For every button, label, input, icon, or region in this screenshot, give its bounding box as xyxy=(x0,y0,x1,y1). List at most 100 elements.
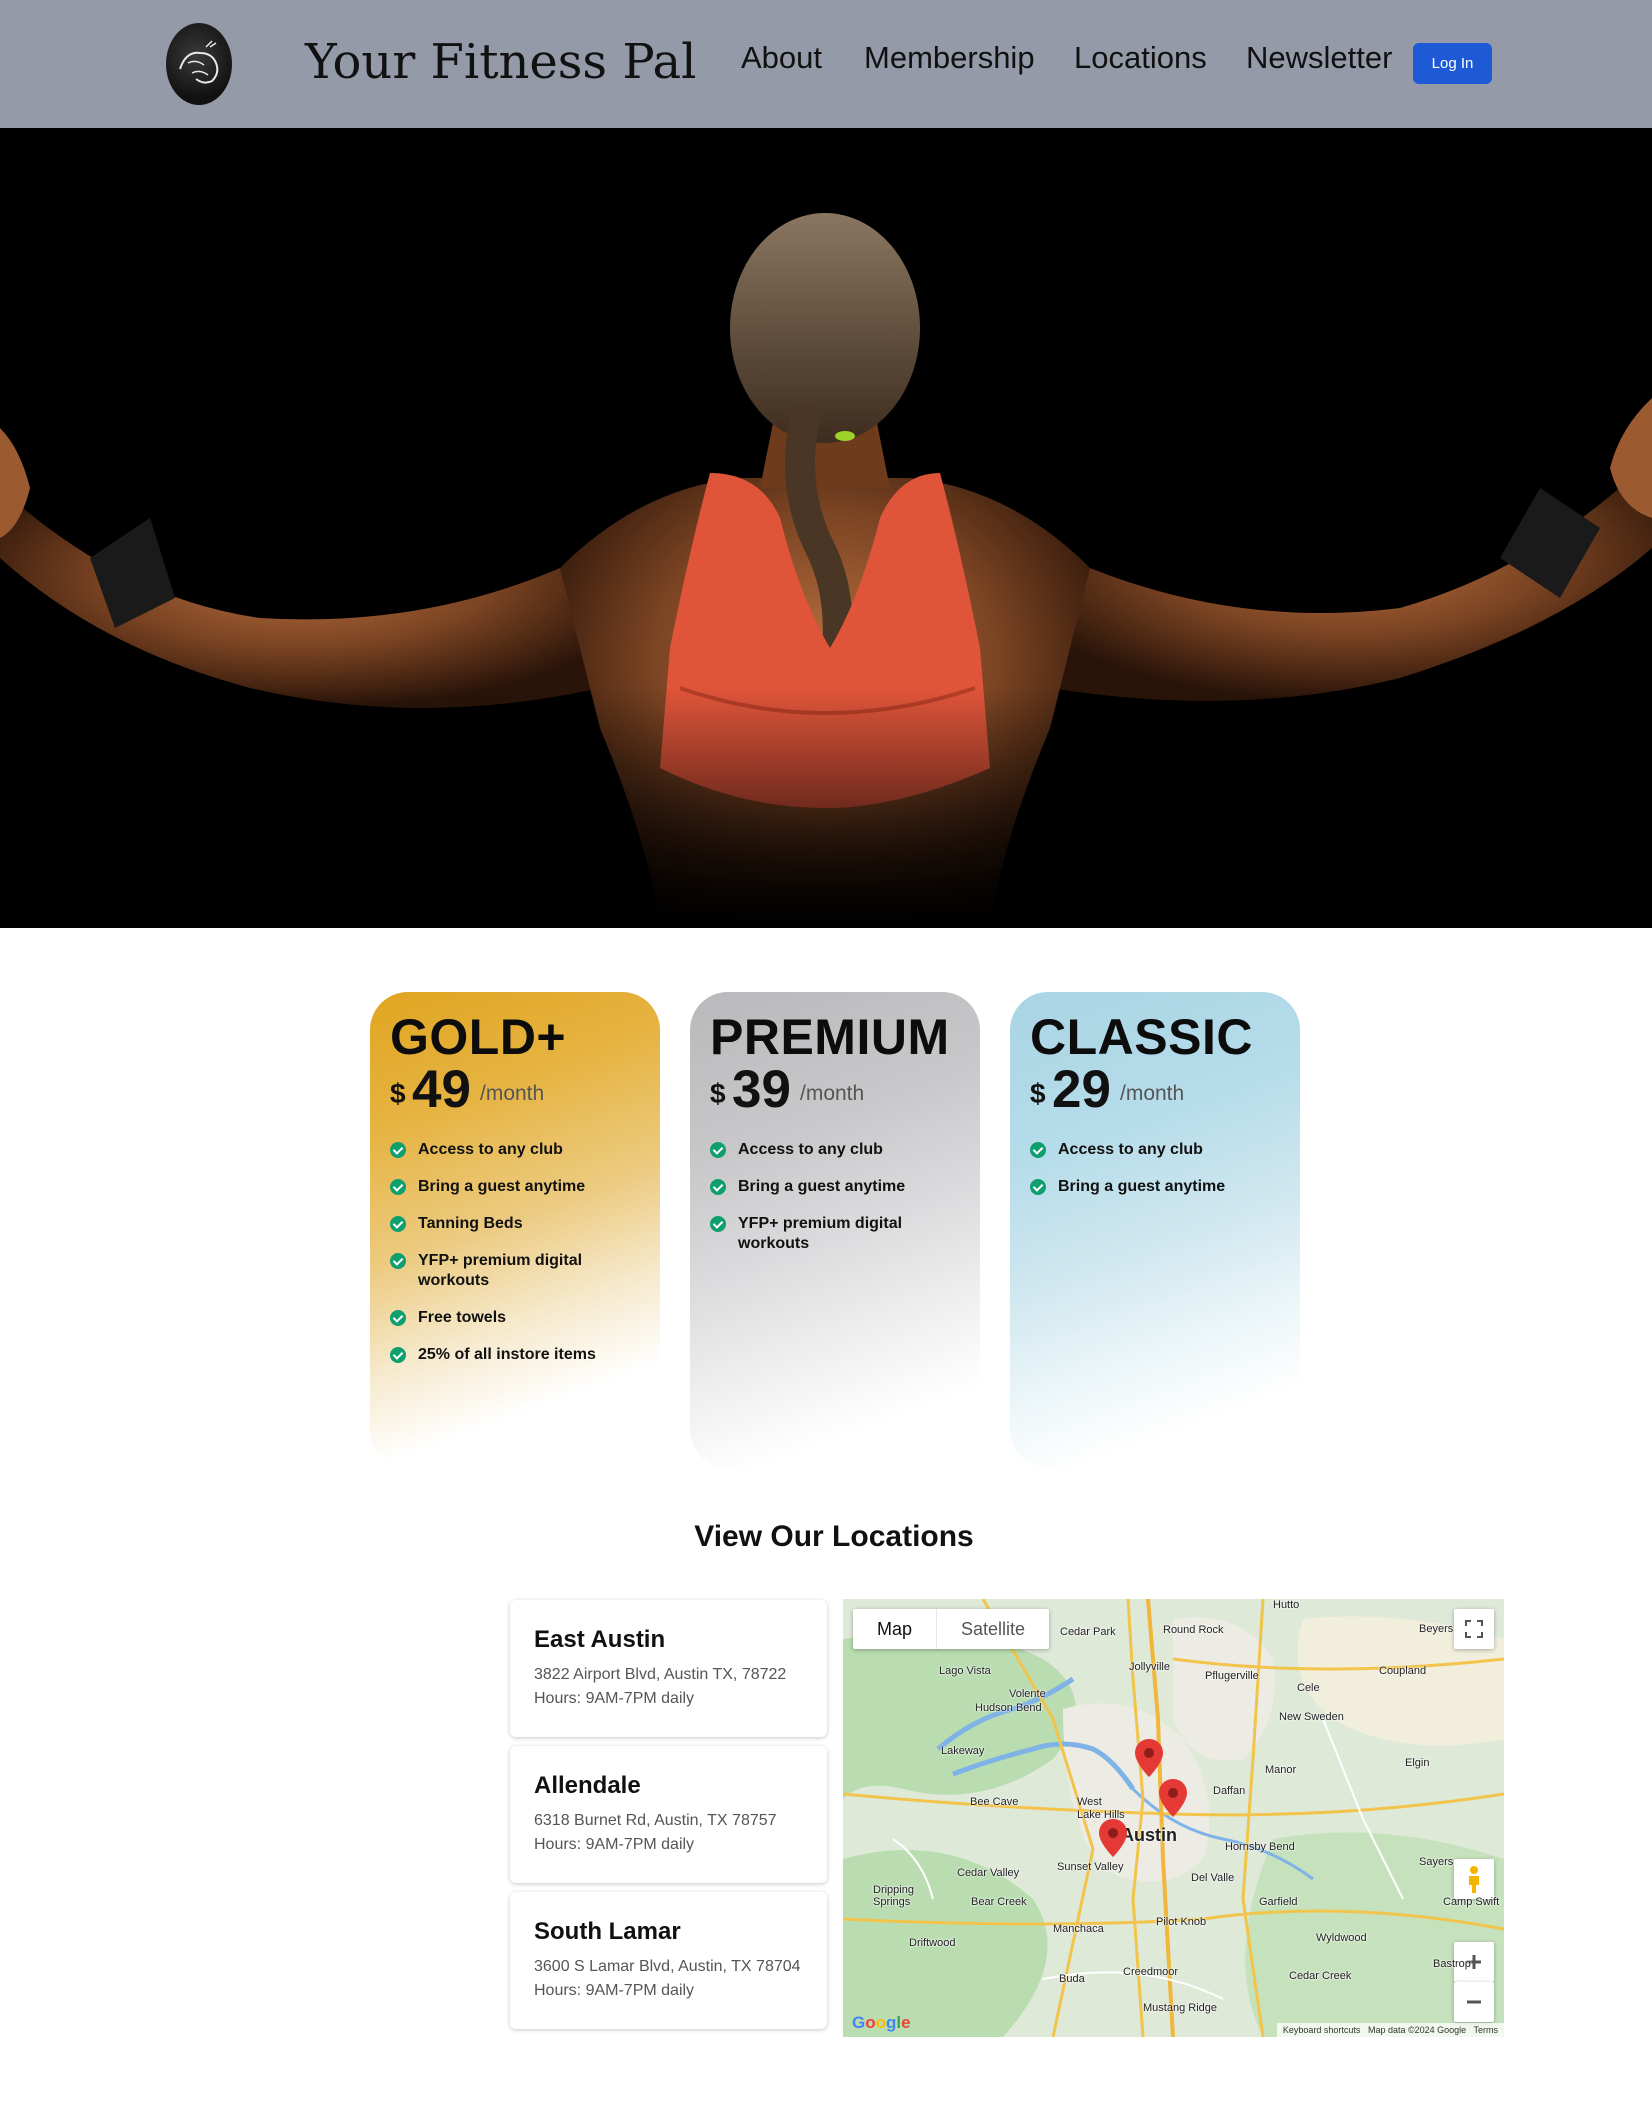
map-place-label: Dripping Springs xyxy=(873,1884,914,1908)
plan-feature-label: Access to any club xyxy=(738,1141,883,1158)
plan-feature: 25% of all instore items xyxy=(390,1345,640,1365)
map-place-label: Sayers xyxy=(1419,1856,1454,1868)
plan-feature: Bring a guest anytime xyxy=(710,1177,960,1197)
plan-feature: Access to any club xyxy=(710,1140,960,1160)
map-place-label: Wyldwood xyxy=(1316,1932,1367,1944)
plan-feature-label: Access to any club xyxy=(1058,1141,1203,1158)
map-place-label: Bear Creek xyxy=(971,1896,1027,1908)
map-place-label: Buda xyxy=(1059,1973,1085,1985)
nav-about[interactable]: About xyxy=(741,40,822,76)
check-icon xyxy=(390,1253,406,1269)
logo-icon[interactable] xyxy=(166,23,232,105)
map-place-label: Jollyville xyxy=(1129,1661,1170,1673)
map-place-label: Cedar Valley xyxy=(957,1867,1020,1879)
site-header: Your Fitness Pal About Membership Locati… xyxy=(0,0,1652,128)
map-place-label: Cedar Park xyxy=(1060,1626,1116,1638)
map-place-label: Pilot Knob xyxy=(1156,1916,1207,1928)
map-place-label: Garfield xyxy=(1259,1896,1298,1908)
map-place-label: Cedar Creek xyxy=(1289,1970,1352,1982)
map-place-label: Daffan xyxy=(1213,1785,1246,1797)
map-type-map-button[interactable]: Map xyxy=(853,1609,936,1649)
locations-map[interactable]: Map Satellite Hutto Cedar Park Round Roc… xyxy=(843,1599,1504,2037)
map-place-label: Beyers xyxy=(1419,1623,1454,1635)
map-place-label: Volente xyxy=(1009,1688,1046,1700)
check-icon xyxy=(390,1179,406,1195)
check-icon xyxy=(390,1216,406,1232)
location-name: Allendale xyxy=(534,1772,641,1799)
plan-feature-label: Tanning Beds xyxy=(418,1215,523,1232)
check-icon xyxy=(710,1142,726,1158)
map-attribution: Keyboard shortcuts Map data ©2024 Google… xyxy=(1276,2023,1504,2037)
plan-features: Access to any club Bring a guest anytime… xyxy=(390,1140,640,1382)
locations-title: View Our Locations xyxy=(694,1520,974,1553)
plan-period: /month xyxy=(480,1082,545,1105)
plan-price: 29 xyxy=(1052,1060,1111,1119)
map-place-label: Hutto xyxy=(1273,1599,1300,1611)
plan-tier: PREMIUM xyxy=(710,1009,950,1065)
location-card-south-lamar[interactable]: South Lamar 3600 S Lamar Blvd, Austin, T… xyxy=(510,1892,827,2029)
plan-price: 39 xyxy=(732,1060,791,1119)
plan-tier: GOLD+ xyxy=(390,1009,567,1065)
plan-feature: Access to any club xyxy=(390,1140,640,1160)
plan-currency: $ xyxy=(1030,1078,1046,1109)
map-place-label: Cele xyxy=(1297,1682,1320,1694)
location-hours: Hours: 9AM-7PM daily xyxy=(534,1836,695,1853)
map-place-label: Manchaca xyxy=(1053,1923,1104,1935)
map-pin-south-lamar[interactable] xyxy=(1099,1819,1127,1857)
map-pin-east-austin[interactable] xyxy=(1159,1779,1187,1817)
check-icon xyxy=(390,1347,406,1363)
map-place-label: Creedmoor xyxy=(1123,1966,1179,1978)
map-type-satellite-button[interactable]: Satellite xyxy=(936,1609,1049,1649)
plan-card-gold[interactable]: GOLD+ $ 49 /month Access to any club Bri… xyxy=(370,992,660,1468)
map-place-label: New Sweden xyxy=(1279,1711,1344,1723)
brand-title[interactable]: Your Fitness Pal xyxy=(305,34,696,90)
fullscreen-icon[interactable] xyxy=(1454,1609,1494,1649)
plan-card-premium[interactable]: PREMIUM $ 39 /month Access to any club B… xyxy=(690,992,980,1468)
plan-period: /month xyxy=(800,1082,865,1105)
location-address: 3600 S Lamar Blvd, Austin, TX 78704 xyxy=(534,1958,801,1975)
keyboard-shortcuts-link[interactable]: Keyboard shortcuts xyxy=(1283,2025,1361,2035)
map-type-control: Map Satellite xyxy=(853,1609,1050,1649)
check-icon xyxy=(390,1310,406,1326)
location-address: 6318 Burnet Rd, Austin, TX 78757 xyxy=(534,1812,777,1829)
street-view-pegman-icon[interactable] xyxy=(1454,1859,1494,1899)
map-place-label: Manor xyxy=(1265,1764,1297,1776)
map-place-label: Lago Vista xyxy=(939,1665,991,1677)
check-icon xyxy=(1030,1179,1046,1195)
map-place-label-austin: Austin xyxy=(1121,1825,1177,1845)
plan-feature: Free towels xyxy=(390,1308,640,1328)
map-pin-allendale[interactable] xyxy=(1135,1739,1163,1777)
plan-feature: Bring a guest anytime xyxy=(390,1177,640,1197)
map-place-label: Bee Cave xyxy=(970,1796,1019,1808)
map-place-label: Lakeway xyxy=(941,1745,985,1757)
nav-membership[interactable]: Membership xyxy=(864,40,1035,76)
nav-locations[interactable]: Locations xyxy=(1074,40,1207,76)
hero-image xyxy=(0,128,1652,928)
location-card-east-austin[interactable]: East Austin 3822 Airport Blvd, Austin TX… xyxy=(510,1600,827,1737)
location-name: East Austin xyxy=(534,1626,666,1653)
plan-card-classic[interactable]: CLASSIC $ 29 /month Access to any club B… xyxy=(1010,992,1300,1468)
map-place-label: Camp Swift xyxy=(1443,1896,1500,1908)
location-card-allendale[interactable]: Allendale 6318 Burnet Rd, Austin, TX 787… xyxy=(510,1746,827,1883)
location-hours: Hours: 9AM-7PM daily xyxy=(534,1690,695,1707)
plan-features: Access to any club Bring a guest anytime… xyxy=(710,1140,960,1271)
zoom-out-icon[interactable] xyxy=(1454,1982,1494,2022)
plan-period: /month xyxy=(1120,1082,1185,1105)
login-button[interactable]: Log In xyxy=(1413,43,1492,84)
map-place-label: Hornsby Bend xyxy=(1225,1841,1295,1853)
map-place-label: Sunset Valley xyxy=(1057,1861,1124,1873)
plan-feature: Bring a guest anytime xyxy=(1030,1177,1280,1197)
google-logo: Google xyxy=(852,2013,911,2032)
map-place-label: Mustang Ridge xyxy=(1143,2002,1217,2014)
plan-feature: Access to any club xyxy=(1030,1140,1280,1160)
map-place-label: Driftwood xyxy=(909,1937,956,1949)
plan-features: Access to any club Bring a guest anytime xyxy=(1030,1140,1280,1214)
map-place-label: Bastrop xyxy=(1433,1958,1471,1970)
terms-link[interactable]: Terms xyxy=(1474,2025,1499,2035)
location-address: 3822 Airport Blvd, Austin TX, 78722 xyxy=(534,1666,787,1683)
map-place-label: Del Valle xyxy=(1191,1872,1235,1884)
map-place-label: Pflugerville xyxy=(1205,1670,1259,1682)
map-place-label: Hudson Bend xyxy=(975,1702,1042,1714)
nav-newsletter[interactable]: Newsletter xyxy=(1246,40,1392,76)
plan-feature-label: Access to any club xyxy=(418,1141,563,1158)
